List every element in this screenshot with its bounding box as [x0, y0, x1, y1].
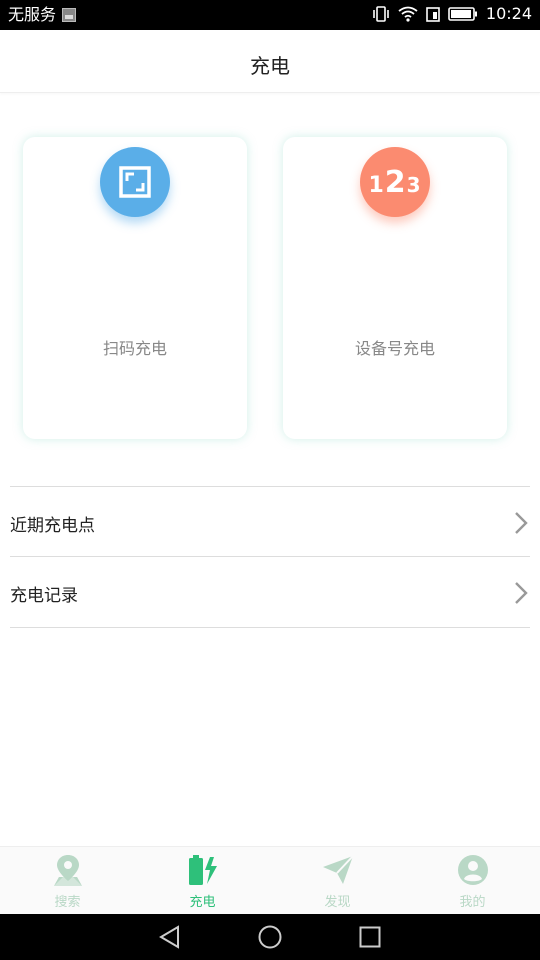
- chevron-right-icon: [514, 581, 528, 609]
- image-notification-icon: [62, 8, 77, 22]
- tab-search-label: 搜索: [54, 895, 81, 910]
- system-nav-bar: [0, 914, 540, 960]
- paper-plane-icon: [321, 853, 355, 891]
- map-pin-icon: [51, 853, 85, 891]
- vibrate-icon: [372, 6, 390, 22]
- tab-profile-label: 我的: [459, 895, 486, 910]
- tab-charge-label: 充电: [189, 895, 216, 910]
- clock-text: 10:24: [485, 4, 532, 23]
- tab-discover[interactable]: 发现: [270, 847, 405, 915]
- page-title: 充电: [250, 54, 290, 78]
- scan-charge-label: 扫码充电: [102, 339, 167, 358]
- chevron-right-icon: [514, 511, 528, 539]
- wifi-icon: [398, 6, 418, 22]
- screen: 无服务 10:24 充电 扫码充电 1 2 3 设备号充电 近期充电点 充电记录…: [0, 0, 540, 960]
- number-icon-digit-1: 1: [368, 172, 385, 198]
- carrier-text: 无服务: [8, 5, 57, 24]
- bottom-tab-bar: 搜索 充电 发现 我的: [0, 846, 540, 915]
- tab-search[interactable]: 搜索: [0, 847, 135, 915]
- charge-records-label: 充电记录: [10, 586, 78, 606]
- user-avatar-icon: [456, 853, 490, 891]
- list-item-recent-stations[interactable]: 近期充电点: [10, 486, 530, 557]
- tab-profile[interactable]: 我的: [405, 847, 540, 915]
- back-icon[interactable]: [158, 925, 182, 953]
- tab-charge[interactable]: 充电: [135, 847, 270, 915]
- scan-qr-icon: [100, 147, 170, 217]
- tab-discover-label: 发现: [324, 895, 351, 910]
- number-icon-text: 1 2 3: [368, 165, 421, 200]
- status-bar: 无服务 10:24: [0, 0, 540, 30]
- status-left: 无服务: [8, 5, 77, 25]
- home-icon[interactable]: [258, 925, 282, 953]
- number-icon-digit-3: 3: [406, 172, 422, 197]
- battery-charging-icon: [186, 853, 220, 891]
- number-icon-digit-2: 2: [384, 164, 407, 200]
- device-number-charge-label: 设备号充电: [354, 339, 435, 358]
- list-item-charge-records[interactable]: 充电记录: [10, 556, 530, 628]
- sim-icon: [426, 6, 440, 22]
- header: 充电: [0, 30, 540, 93]
- device-number-charge-card[interactable]: 1 2 3 设备号充电: [283, 137, 507, 439]
- battery-icon: [448, 6, 478, 22]
- recent-apps-icon[interactable]: [358, 925, 382, 953]
- recent-stations-label: 近期充电点: [10, 516, 95, 536]
- 123-number-icon: 1 2 3: [360, 147, 430, 217]
- status-right: 10:24: [372, 4, 532, 24]
- scan-charge-card[interactable]: 扫码充电: [23, 137, 247, 439]
